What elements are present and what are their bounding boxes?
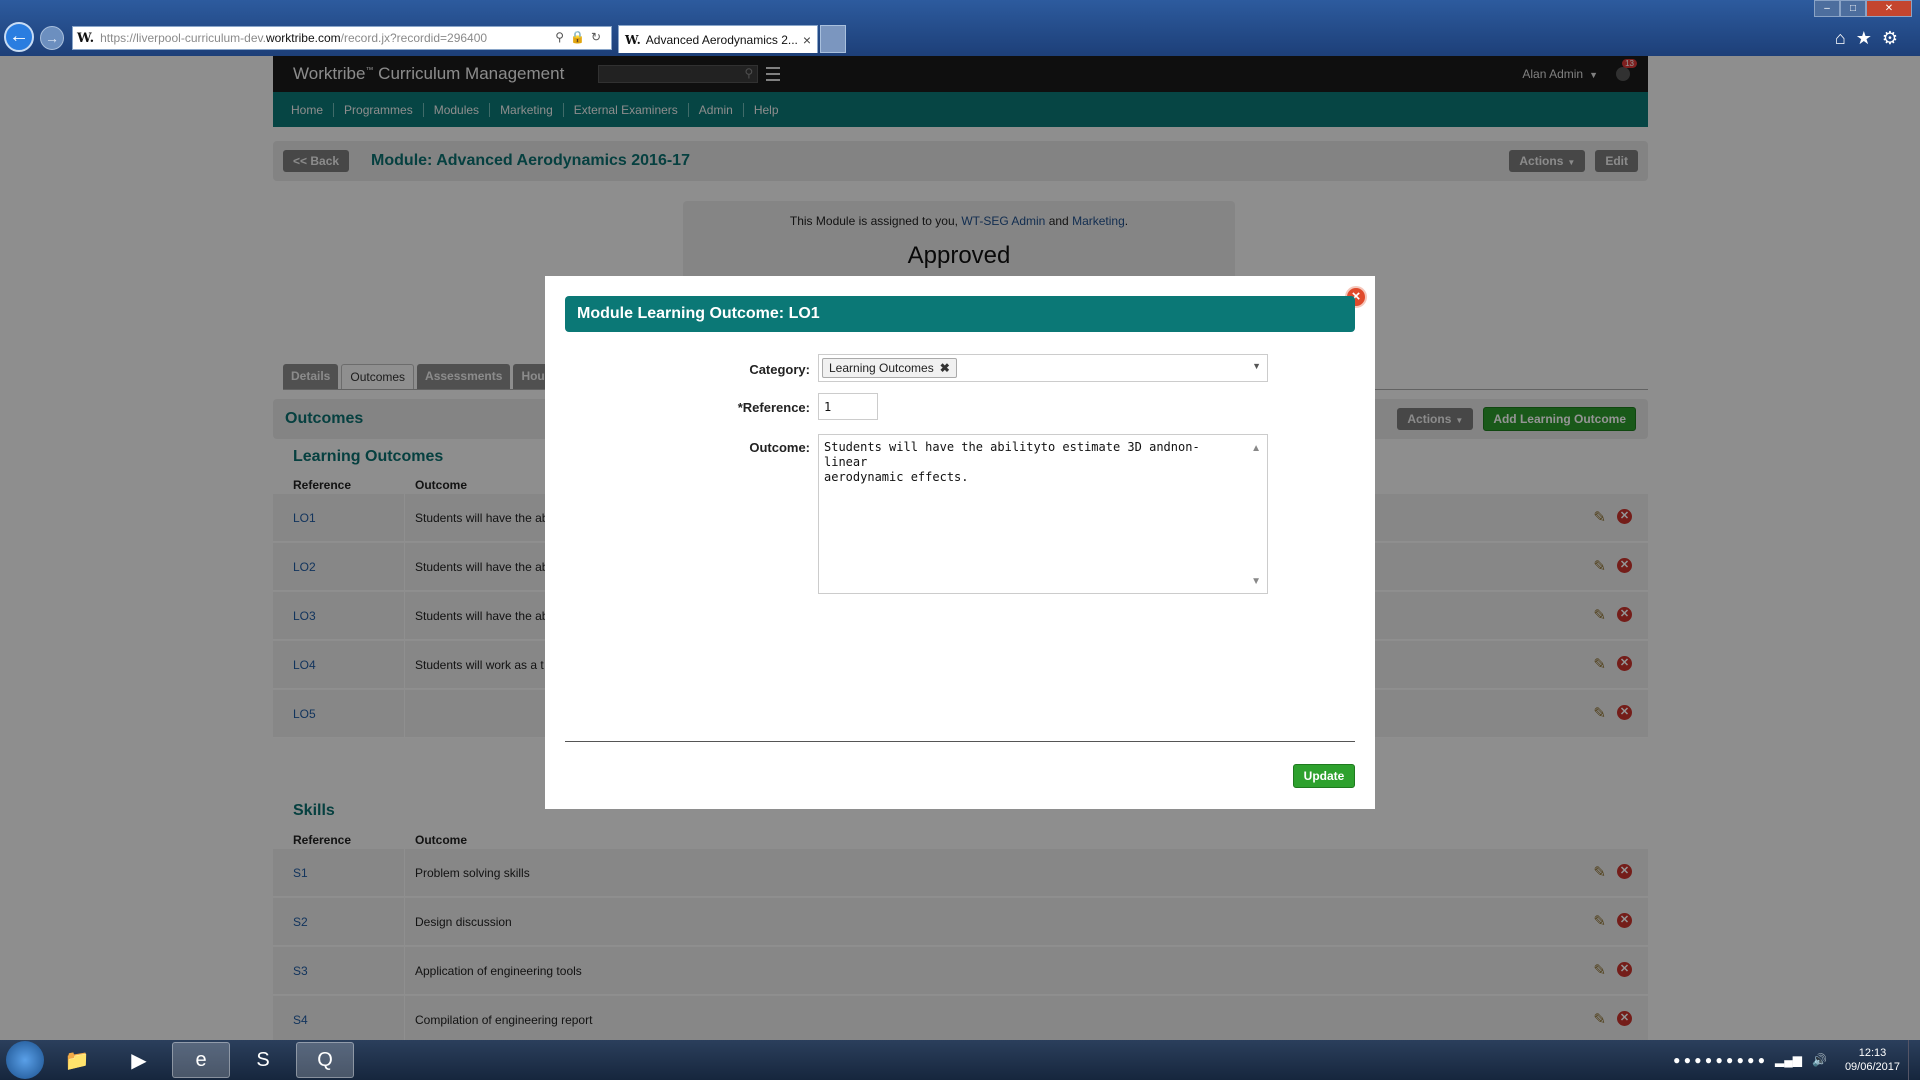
forward-arrow-icon[interactable]: →	[40, 26, 64, 50]
category-chip: Learning Outcomes ✖	[822, 358, 957, 378]
tab-title: Advanced Aerodynamics 2...	[645, 32, 798, 47]
reference-label: *Reference:	[737, 400, 810, 415]
outcome-text: Students will have the abilityto estimat…	[824, 440, 1200, 484]
scroll-up-icon[interactable]: ▲	[1251, 443, 1261, 454]
dialog-divider	[565, 741, 1355, 742]
dialog-title: Module Learning Outcome: LO1	[565, 296, 1355, 332]
chip-remove-icon[interactable]: ✖	[940, 361, 950, 375]
clock[interactable]: 12:13 09/06/2017	[1845, 1046, 1900, 1074]
site-favicon: W.	[77, 30, 95, 46]
system-tray: ● ● ● ● ● ● ● ● ● ▂▄▆ 🔊 12:13 09/06/2017	[1673, 1046, 1900, 1074]
url-domain: worktribe.com	[265, 31, 341, 45]
show-desktop-button[interactable]	[1908, 1040, 1920, 1080]
update-button[interactable]: Update	[1293, 764, 1355, 788]
app-q-icon[interactable]: Q	[296, 1042, 354, 1078]
volume-icon[interactable]: 🔊	[1812, 1053, 1827, 1067]
skype-icon[interactable]: S	[234, 1042, 292, 1078]
back-arrow-icon[interactable]: ←	[4, 22, 34, 52]
browser-chrome: ← → W. https://liverpool-curriculum-dev.…	[0, 0, 1920, 56]
clock-time: 12:13	[1858, 1047, 1887, 1059]
explorer-icon[interactable]: 📁	[48, 1042, 106, 1078]
signal-icon[interactable]: ▂▄▆	[1775, 1053, 1802, 1067]
start-button[interactable]	[6, 1041, 44, 1079]
home-icon[interactable]: ⌂	[1835, 28, 1856, 48]
search-icon[interactable]: ⚲	[555, 30, 570, 44]
window-close-icon[interactable]: ✕	[1866, 0, 1912, 17]
media-player-icon[interactable]: ▶	[110, 1042, 168, 1078]
gear-icon[interactable]: ⚙	[1882, 28, 1908, 48]
tray-icons[interactable]: ● ● ● ● ● ● ● ● ●	[1673, 1053, 1765, 1067]
scroll-down-icon[interactable]: ▼	[1251, 576, 1261, 587]
learning-outcome-dialog: × Module Learning Outcome: LO1 Category:…	[545, 276, 1375, 809]
address-bar-icons[interactable]: ⚲🔒↻	[555, 30, 607, 44]
outcome-label: Outcome:	[749, 440, 810, 455]
lock-icon[interactable]: 🔒	[570, 30, 591, 44]
new-tab-button[interactable]	[820, 25, 846, 53]
tab-close-icon[interactable]: ×	[803, 32, 811, 48]
page: Worktribe™ Curriculum Management ⚲ Alan …	[0, 56, 1920, 1040]
category-select[interactable]: Learning Outcomes ✖ ▼	[818, 354, 1268, 382]
clock-date: 09/06/2017	[1844, 1061, 1900, 1073]
internet-explorer-icon[interactable]: e	[172, 1042, 230, 1078]
url-path: /record.jx?recordid=296400	[340, 31, 488, 45]
minimize-icon[interactable]: –	[1814, 0, 1840, 17]
maximize-icon[interactable]: □	[1840, 0, 1866, 17]
outcome-textarea[interactable]: Students will have the abilityto estimat…	[818, 434, 1268, 594]
reference-field[interactable]: 1	[818, 393, 878, 420]
star-icon[interactable]: ★	[1856, 28, 1882, 48]
browser-tab[interactable]: W. Advanced Aerodynamics 2... ×	[618, 25, 818, 53]
category-label: Category:	[749, 362, 810, 377]
url-prefix: https://liverpool-curriculum-dev.	[100, 31, 266, 45]
taskbar: 📁 ▶ e S Q ● ● ● ● ● ● ● ● ● ▂▄▆ 🔊 12:13 …	[0, 1040, 1920, 1080]
address-bar[interactable]: W. https://liverpool-curriculum-dev. work…	[72, 26, 612, 50]
refresh-icon[interactable]: ↻	[591, 30, 607, 44]
chevron-down-icon[interactable]: ▼	[1252, 361, 1261, 371]
tab-favicon: W.	[625, 32, 641, 47]
window-controls: – □ ✕	[1814, 0, 1912, 17]
browser-tools: ⌂★⚙	[1835, 28, 1908, 49]
